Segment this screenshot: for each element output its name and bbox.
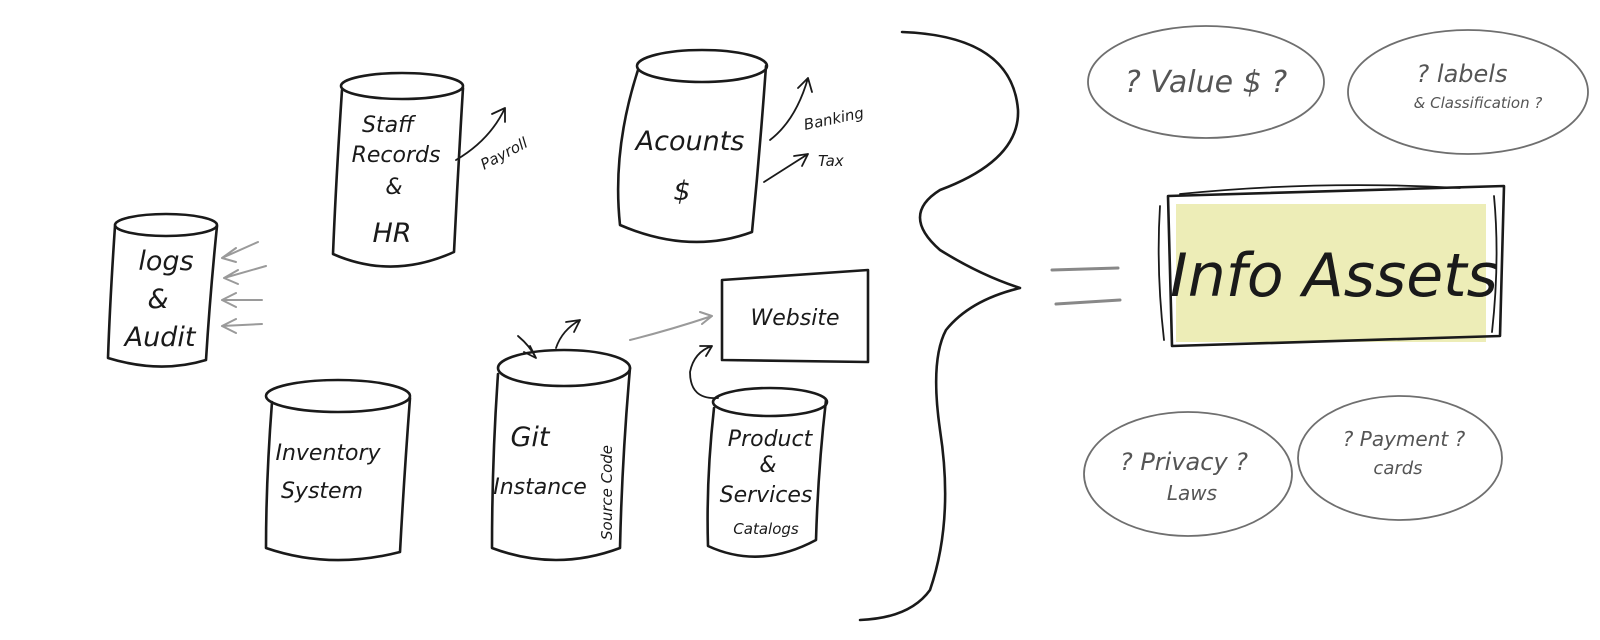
services-label: Services [720,483,813,508]
accounts-store: Acounts $ Banking Tax [616,48,865,244]
info-assets-box: Info Assets [1157,184,1506,348]
grouping-brace [858,30,1022,622]
catalogs-label: Catalogs [733,520,799,538]
logs-label: logs [138,246,193,277]
logs-audit-store: logs & Audit [106,212,267,368]
classification-label: & Classification ? [1414,94,1543,112]
instance-label: Instance [493,475,587,500]
payment-question-bubble: ? Payment ? cards [1297,395,1503,521]
info-assets-sketch: logs & Audit Staff Records & HR Payroll … [106,25,1589,622]
accounts-label: Acounts [634,126,745,157]
privacy-question-bubble: ? Privacy ? Laws [1083,411,1293,537]
git-instance-store: Git Instance Source Code [490,319,632,562]
value-question-label: ? Value $ ? [1125,65,1287,100]
privacy-question-label: ? Privacy ? [1120,448,1248,476]
hr-label: HR [372,218,411,249]
info-assets-label: Info Assets [1170,241,1498,311]
product-amp-label: & [759,453,776,478]
equals-sign [1050,266,1122,306]
payroll-label: Payroll [477,133,531,173]
accounts-dollar-label: $ [673,176,690,207]
website-box: Website [629,268,870,364]
staff-amp-label: & [385,175,402,200]
tax-label: Tax [818,152,844,170]
inventory-system-store: Inventory System [264,378,412,562]
git-label: Git [510,422,550,453]
banking-label: Banking [802,104,865,134]
logs-amp-label: & [147,284,168,315]
staff-label: Staff [362,113,416,138]
system-label: System [281,479,363,504]
cards-label: cards [1373,458,1422,479]
staff-records-hr-store: Staff Records & HR Payroll [331,71,531,268]
value-question-bubble: ? Value $ ? [1087,25,1325,139]
laws-label: Laws [1167,481,1217,505]
inventory-label: Inventory [275,441,381,466]
records-label: Records [352,143,441,168]
website-label: Website [751,306,840,331]
product-label: Product [728,427,814,452]
payment-question-label: ? Payment ? [1343,427,1466,451]
product-catalogs-store: Product & Services Catalogs [689,345,829,558]
labels-question-bubble: ? labels & Classification ? [1347,29,1589,155]
source-code-label: Source Code [598,445,616,540]
audit-label: Audit [123,322,197,353]
labels-question-label: ? labels [1417,60,1508,88]
